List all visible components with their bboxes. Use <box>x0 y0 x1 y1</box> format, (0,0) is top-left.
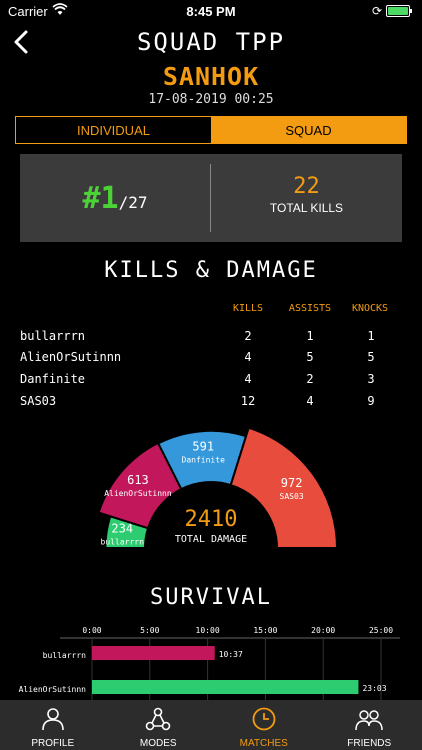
knocks-cell: 1 <box>367 329 375 343</box>
header-knocks: KNOCKS <box>351 303 389 314</box>
group-icon <box>355 710 383 731</box>
kills-cell: 2 <box>244 329 252 343</box>
clock-icon <box>252 707 276 731</box>
table-row: bullarrrn 2 1 1 <box>20 329 400 347</box>
tab-label: MODES <box>139 738 177 749</box>
table-row: SAS03 12 4 9 <box>20 394 400 412</box>
assists-cell: 4 <box>306 394 314 408</box>
knocks-cell: 9 <box>367 394 375 408</box>
person-icon <box>41 708 64 731</box>
rank-display: #1 /27 <box>20 154 210 242</box>
survival-tick-label: 0:00 <box>82 626 101 635</box>
survival-tick-label: 20:00 <box>311 626 335 635</box>
assists-cell: 5 <box>306 350 314 364</box>
damage-player-label: AlienOrSutinnn <box>104 489 172 498</box>
survival-bar-AlienOrSutinnn <box>92 680 359 694</box>
tab-modes[interactable]: MODES <box>106 700 212 750</box>
survival-bar-bullarrrn <box>92 646 215 660</box>
damage-value-label: 613 <box>127 473 149 487</box>
header-assists: ASSISTS <box>288 303 332 314</box>
survival-tick-label: 15:00 <box>253 626 277 635</box>
damage-player-label: Danfinite <box>182 456 226 465</box>
damage-player-label: bullarrrn <box>101 537 145 546</box>
tab-label: PROFILE <box>31 738 75 749</box>
total-kills-label: TOTAL KILLS <box>269 201 344 215</box>
rank-total: /27 <box>118 192 148 212</box>
total-kills-value: 22 <box>293 174 320 199</box>
header-kills: KILLS <box>232 303 264 314</box>
damage-player-label: SAS03 <box>280 492 304 501</box>
survival-tick-label: 5:00 <box>140 626 159 635</box>
total-damage-label: TOTAL DAMAGE <box>175 534 247 545</box>
knocks-cell: 3 <box>367 372 375 386</box>
table-row: AlienOrSutinnn 4 5 5 <box>20 350 400 368</box>
tab-label: MATCHES <box>239 738 288 749</box>
table-row: Danfinite 4 2 3 <box>20 372 400 390</box>
assists-cell: 2 <box>306 372 314 386</box>
network-icon <box>145 707 171 731</box>
battery-icon <box>386 5 412 17</box>
player-name: SAS03 <box>20 394 57 408</box>
kills-display: 22 TOTAL KILLS <box>211 154 402 242</box>
player-name: bullarrrn <box>20 329 86 343</box>
assists-cell: 1 <box>306 329 314 343</box>
status-bar: Carrier 8:45 PM ⟳ <box>0 0 422 22</box>
mode-segmented-control: INDIVIDUAL SQUAD <box>15 116 407 144</box>
kills-cell: 4 <box>244 372 252 386</box>
survival-title: SURVIVAL <box>150 585 272 610</box>
rank-value: #1 <box>82 180 119 216</box>
survival-time-label: 23:03 <box>362 684 386 693</box>
survival-time-label: 10:37 <box>219 650 243 659</box>
total-damage-value: 2410 <box>185 507 238 532</box>
map-name: SANHOK <box>162 62 260 91</box>
tab-friends[interactable]: FRIENDS <box>317 700 422 750</box>
survival-tick-label: 25:00 <box>369 626 393 635</box>
summary-panel: #1 /27 22 TOTAL KILLS <box>20 154 402 242</box>
tab-matches[interactable]: MATCHES <box>211 700 317 750</box>
kills-cell: 12 <box>240 394 256 408</box>
player-name: Danfinite <box>20 372 86 386</box>
kills-damage-title: KILLS & DAMAGE <box>104 258 318 283</box>
tab-label: FRIENDS <box>347 738 392 749</box>
survival-chart: 0:00 5:00 10:00 15:00 20:00 25:00 bullarrrn 10:… <box>19 626 400 700</box>
tab-individual[interactable]: INDIVIDUAL <box>16 117 211 143</box>
survival-player-label: bullarrrn <box>43 651 87 660</box>
survival-tick-label: 10:00 <box>196 626 220 635</box>
knocks-cell: 5 <box>367 350 375 364</box>
player-name: AlienOrSutinnn <box>20 350 122 364</box>
clock-time: 8:45 PM <box>186 4 236 19</box>
page-title: SQUAD TPP <box>136 28 286 56</box>
survival-player-label: AlienOrSutinnn <box>19 685 87 694</box>
tab-profile[interactable]: PROFILE <box>0 700 106 750</box>
kills-cell: 4 <box>244 350 252 364</box>
damage-value-label: 972 <box>281 476 303 490</box>
rotation-lock-icon: ⟳ <box>371 4 382 18</box>
tab-bar: PROFILE MODES MATCHES FRIENDS <box>0 700 422 750</box>
match-date: 17-08-2019 00:25 <box>148 92 274 107</box>
tab-squad[interactable]: SQUAD <box>211 117 406 143</box>
damage-chart: 234bullarrrn613AlienOrSutinnn591Danfinit… <box>97 426 339 549</box>
damage-value-label: 591 <box>192 440 214 454</box>
